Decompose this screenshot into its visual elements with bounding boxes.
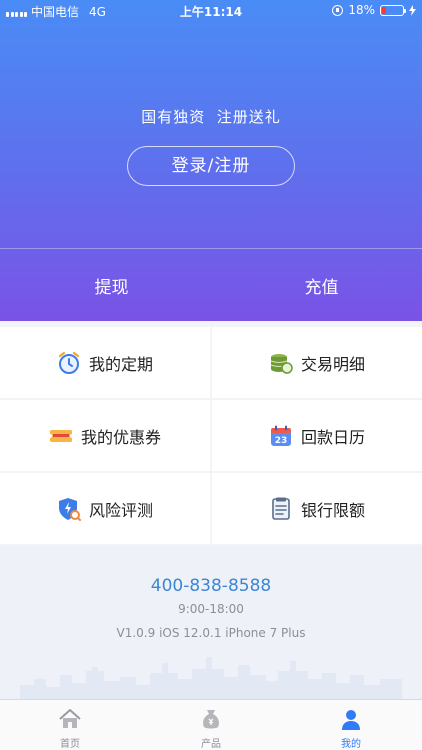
hero-divider	[0, 248, 422, 249]
bottom-tab-bar: 首页 产品 我的	[0, 699, 422, 750]
battery-percent: 18%	[348, 3, 375, 17]
document-icon	[272, 497, 290, 520]
menu-item-coupons[interactable]: 我的优惠券	[0, 400, 210, 471]
menu-item-label: 回款日历	[300, 427, 365, 447]
profile-header: 中国电信 4G 上午11:14 18% 国有独资 注册送礼 登录/注册 提现 充…	[0, 0, 422, 321]
city-skyline-decoration	[20, 657, 402, 699]
service-hours: 9:00-18:00	[178, 602, 244, 616]
menu-item-transactions[interactable]: 交易明细	[212, 327, 422, 398]
tab-home[interactable]: 首页	[0, 700, 140, 750]
menu-item-label: 我的定期	[88, 354, 153, 374]
money-bag-icon	[203, 710, 219, 729]
withdraw-button[interactable]: 提现	[6, 273, 217, 298]
menu-item-bank-limits[interactable]: 银行限额	[212, 473, 422, 544]
charging-icon	[409, 4, 416, 16]
menu-item-label: 银行限额	[300, 500, 365, 520]
user-icon	[342, 710, 360, 730]
menu-item-repayment-calendar[interactable]: 23 回款日历	[212, 400, 422, 471]
coins-icon	[270, 353, 293, 374]
status-bar-right: 18%	[332, 3, 416, 17]
app-version: V1.0.9 iOS 12.0.1 iPhone 7 Plus	[116, 626, 306, 640]
calendar-icon: 23	[270, 425, 291, 446]
battery-icon	[380, 4, 406, 16]
tab-label: 产品	[201, 739, 221, 750]
menu-item-label: 交易明细	[300, 354, 365, 374]
calendar-day-text: 23	[275, 436, 288, 446]
slogan-text: 国有独资 注册送礼	[141, 108, 281, 126]
login-register-button[interactable]: 登录/注册	[127, 146, 295, 186]
hotline-phone-link[interactable]: 400-838-8588	[0, 576, 422, 596]
menu-item-risk-assessment[interactable]: 风险评测	[0, 473, 210, 544]
tab-products[interactable]: 产品	[141, 700, 281, 750]
tab-mine[interactable]: 我的	[281, 700, 421, 750]
recharge-button[interactable]: 充值	[216, 273, 422, 298]
home-icon	[59, 709, 81, 728]
alarm-clock-icon	[58, 351, 80, 374]
menu-item-label: 我的优惠券	[80, 427, 161, 447]
shield-icon	[58, 497, 81, 521]
menu-item-label: 风险评测	[88, 500, 153, 520]
tab-label: 首页	[60, 739, 80, 750]
menu-item-fixed-term[interactable]: 我的定期	[0, 327, 210, 398]
tab-label: 我的	[341, 739, 361, 750]
contact-info-section: 400-838-8588 9:00-18:00 V1.0.9 iOS 12.0.…	[0, 546, 422, 699]
coupon-icon	[48, 429, 73, 442]
status-bar: 中国电信 4G 上午11:14 18%	[0, 0, 422, 22]
orientation-lock-icon	[332, 4, 344, 16]
